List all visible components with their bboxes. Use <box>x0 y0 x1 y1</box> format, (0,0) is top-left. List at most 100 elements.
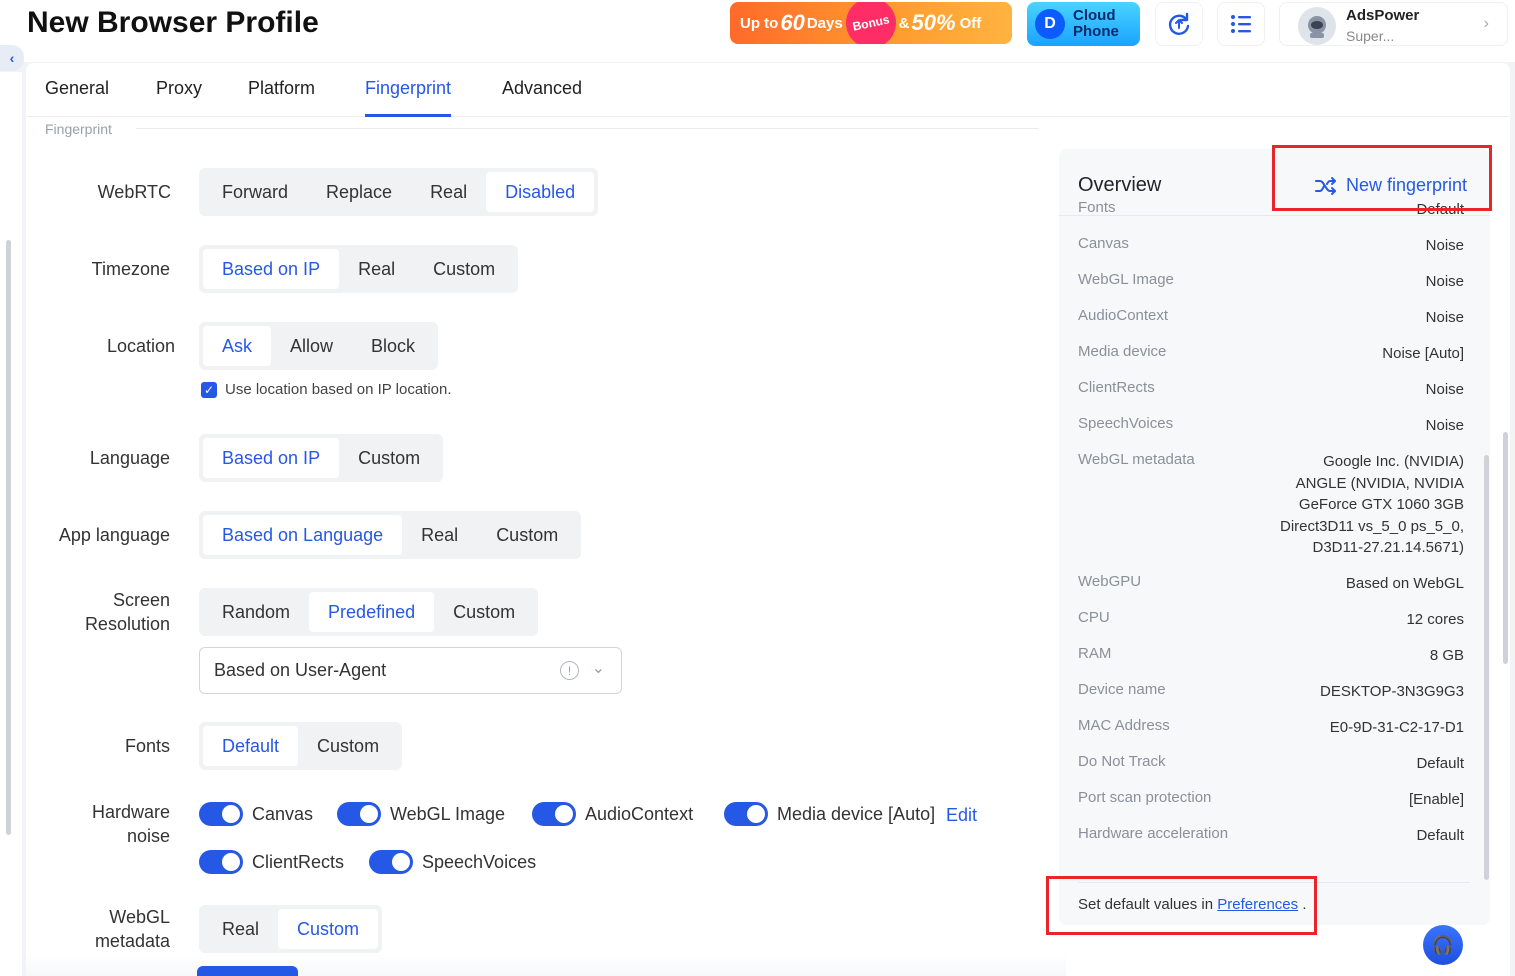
account-role: Super... <box>1346 28 1395 44</box>
overview-row-key: Hardware acceleration <box>1078 825 1229 842</box>
screen-resolution-select[interactable]: Based on User-Agent ! ⌄ <box>199 647 622 694</box>
overview-row-key: MAC Address <box>1078 717 1170 734</box>
account-name: AdsPower <box>1346 7 1420 24</box>
tab-advanced[interactable]: Advanced <box>502 78 582 117</box>
overview-row-key: WebGL Image <box>1078 271 1174 288</box>
promo-percent: 50% <box>911 10 956 35</box>
screen-resolution-segmented: Random Predefined Custom <box>199 588 539 636</box>
overview-row-key: Device name <box>1078 681 1166 698</box>
location-ip-checkbox-label: Use location based on IP location. <box>225 381 452 398</box>
astronaut-icon <box>1308 16 1326 38</box>
overview-row-value: Noise [Auto] <box>1382 345 1464 362</box>
location-option-ask[interactable]: Ask <box>203 326 272 366</box>
toggle-clientrects-item: ClientRects <box>199 850 344 874</box>
overview-row-key: CPU <box>1078 609 1110 626</box>
app-language-option-based-on-language[interactable]: Based on Language <box>203 515 403 555</box>
timezone-label: Timezone <box>91 259 170 279</box>
webgl-metadata-label: WebGL metadata <box>20 905 170 953</box>
webrtc-option-replace[interactable]: Replace <box>307 172 411 212</box>
toggle-speechvoices[interactable] <box>369 850 413 874</box>
app-language-option-real[interactable]: Real <box>402 515 477 555</box>
ok-button[interactable] <box>197 966 298 976</box>
overview-panel: Overview New fingerprint Fonts Default Can… <box>1059 149 1490 925</box>
webgl-metadata-option-custom[interactable]: Custom <box>278 909 379 949</box>
tab-proxy[interactable]: Proxy <box>156 78 202 117</box>
overview-row-value: Default <box>1416 755 1464 772</box>
chevron-right-icon: › <box>1483 15 1489 32</box>
language-label: Language <box>89 448 170 468</box>
account-card[interactable]: AdsPower Super... › <box>1279 2 1508 46</box>
location-option-block[interactable]: Block <box>352 326 434 366</box>
toggle-audiocontext-label: AudioContext <box>585 803 694 824</box>
webrtc-option-disabled[interactable]: Disabled <box>486 172 595 212</box>
info-icon[interactable]: ! <box>560 661 579 680</box>
media-device-edit-link[interactable]: Edit <box>946 805 977 826</box>
fonts-option-custom[interactable]: Custom <box>298 726 398 766</box>
timezone-option-real[interactable]: Real <box>339 249 414 289</box>
webrtc-option-forward[interactable]: Forward <box>203 172 307 212</box>
webrtc-segmented: Forward Replace Real Disabled <box>199 168 599 216</box>
timezone-segmented: Based on IP Real Custom <box>199 245 519 293</box>
tab-general[interactable]: General <box>45 78 109 117</box>
sync-button[interactable] <box>1155 2 1203 46</box>
list-icon <box>1231 15 1251 33</box>
headset-icon: 🎧 <box>1431 934 1455 955</box>
left-scrollbar[interactable] <box>6 240 11 835</box>
language-option-based-on-ip[interactable]: Based on IP <box>203 438 340 478</box>
overview-row-key: AudioContext <box>1078 307 1169 324</box>
language-option-custom[interactable]: Custom <box>339 438 439 478</box>
webrtc-option-real[interactable]: Real <box>411 172 486 212</box>
promo-up-to: Up to <box>740 14 779 32</box>
timezone-option-based-on-ip[interactable]: Based on IP <box>203 249 340 289</box>
promo-bonus-badge: Bonus <box>841 2 901 44</box>
overview-row-value: Default <box>1416 827 1464 844</box>
webrtc-label: WebRTC <box>97 182 171 202</box>
overview-row-value: Noise <box>1425 273 1464 290</box>
toggle-canvas-item: Canvas <box>199 802 313 826</box>
app-language-option-custom[interactable]: Custom <box>477 515 577 555</box>
bottom-fade <box>26 953 1066 976</box>
toggle-media-device-label: Media device [Auto] <box>777 803 936 824</box>
tab-fingerprint[interactable]: Fingerprint <box>365 78 452 117</box>
task-list-button[interactable] <box>1217 2 1265 46</box>
toggle-webgl-image-label: WebGL Image <box>390 803 506 824</box>
hardware-noise-label: Hardware noise <box>20 800 170 848</box>
toggle-clientrects[interactable] <box>199 850 243 874</box>
toggle-media-device[interactable] <box>724 802 768 826</box>
toggle-webgl-image[interactable] <box>337 802 381 826</box>
left-sidebar-strip <box>0 72 22 976</box>
location-ip-checkbox-row[interactable]: ✓ Use location based on IP location. <box>201 381 452 398</box>
screen-resolution-option-random[interactable]: Random <box>203 592 309 632</box>
cloud-phone-button[interactable]: D Cloud Phone <box>1027 2 1140 46</box>
fonts-option-default[interactable]: Default <box>203 726 299 766</box>
promo-banner[interactable]: Up to 60 Days Bonus & 50% Off <box>730 2 1012 44</box>
screen-resolution-option-predefined[interactable]: Predefined <box>309 592 435 632</box>
collapse-sidebar-button[interactable]: ‹ <box>0 45 24 71</box>
support-button[interactable]: 🎧 <box>1423 925 1463 965</box>
screen-resolution-option-custom[interactable]: Custom <box>434 592 534 632</box>
overview-scrollbar[interactable] <box>1484 455 1489 880</box>
timezone-option-custom[interactable]: Custom <box>414 249 514 289</box>
highlight-preferences <box>1046 876 1317 935</box>
webgl-metadata-label-line2: metadata <box>94 931 170 951</box>
overview-row-key: Canvas <box>1078 235 1129 252</box>
avatar <box>1298 7 1336 45</box>
overview-row-key: WebGPU <box>1078 573 1142 590</box>
tab-platform[interactable]: Platform <box>248 78 315 117</box>
toggle-webgl-image-item: WebGL Image <box>337 802 505 826</box>
overview-row-value: Noise <box>1425 309 1464 326</box>
hardware-noise-label-line2: noise <box>126 826 170 846</box>
screen-resolution-select-value: Based on User-Agent <box>214 660 387 680</box>
app-language-segmented: Based on Language Real Custom <box>199 511 582 559</box>
checkbox-checked-icon[interactable]: ✓ <box>201 381 217 398</box>
toggle-canvas[interactable] <box>199 802 243 826</box>
overview-row-key: Do Not Track <box>1078 753 1166 770</box>
toggle-audiocontext[interactable] <box>532 802 576 826</box>
toggle-canvas-label: Canvas <box>252 803 314 824</box>
webgl-metadata-label-line1: WebGL <box>109 907 170 927</box>
page-scrollbar[interactable] <box>1503 432 1508 664</box>
location-option-allow[interactable]: Allow <box>271 326 352 366</box>
overview-row-key: ClientRects <box>1078 379 1155 396</box>
webgl-metadata-option-real[interactable]: Real <box>203 909 278 949</box>
chevron-left-icon: ‹ <box>9 50 15 66</box>
